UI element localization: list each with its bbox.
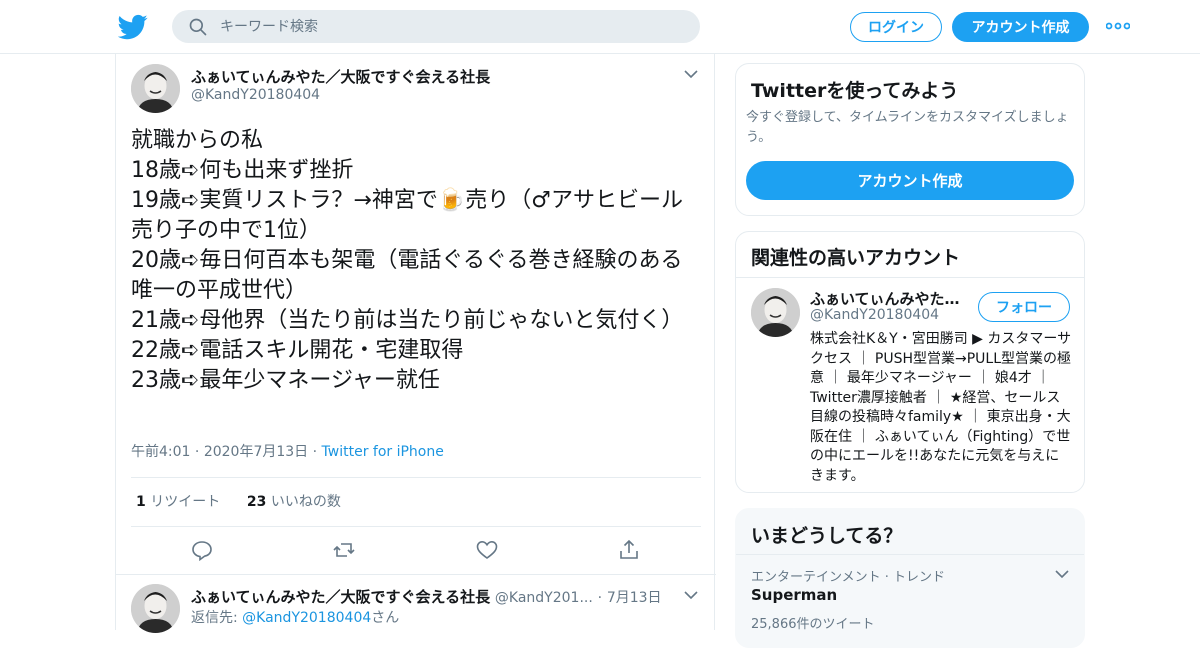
divider	[116, 574, 716, 575]
reply-icon[interactable]	[190, 538, 214, 562]
related-account-bio: 株式会社K＆Y・宮田勝司 ▶ カスタマーサクセス ｜ PUSH型営業→PULL型…	[810, 331, 1072, 484]
reply-to-prefix: 返信先:	[191, 610, 243, 626]
reply-author-name[interactable]: ふぁいてぃんみやた／大阪ですぐ会える社長	[191, 588, 490, 606]
like-count: 23	[246, 494, 267, 510]
chevron-down-icon[interactable]	[683, 589, 699, 601]
divider	[131, 526, 701, 527]
tweet-stats: 1 リツイート 23 いいねの数	[136, 491, 341, 511]
more-icon[interactable]	[1106, 18, 1130, 34]
search-icon	[189, 18, 207, 36]
reply-date[interactable]: 7月13日	[607, 590, 662, 606]
top-bar: ログイン アカウント作成	[0, 0, 1200, 54]
trends-card-title: いまどうしてる？	[751, 525, 903, 547]
profile-photo-icon	[131, 64, 180, 113]
related-account-name[interactable]: ふぁいてぃんみやた…	[810, 288, 970, 309]
reply-to-suffix: さん	[371, 610, 400, 626]
like-label: いいねの数	[270, 494, 341, 510]
chevron-down-icon[interactable]	[1054, 568, 1070, 580]
signup-card-title: Twitterを使ってみよう	[751, 80, 959, 102]
trend-category: エンターテインメント · トレンド	[751, 570, 946, 585]
tweet-actions	[116, 538, 716, 562]
retweet-stat[interactable]: 1 リツイート	[136, 494, 220, 510]
avatar[interactable]	[751, 288, 800, 337]
signup-card-description: 今すぐ登録して、タイムラインをカスタマイズしましょう。	[746, 110, 1069, 145]
reply-to-link[interactable]: @KandY20180404	[242, 610, 371, 626]
chevron-down-icon[interactable]	[683, 68, 699, 80]
profile-photo-icon	[751, 288, 800, 337]
trends-card: いまどうしてる？ エンターテインメント · トレンド Superman 25,8…	[735, 508, 1085, 648]
profile-photo-icon	[131, 584, 180, 633]
retweet-icon[interactable]	[332, 538, 356, 562]
author-handle[interactable]: @KandY20180404	[191, 87, 320, 103]
login-button[interactable]: ログイン	[850, 12, 942, 42]
tweet-date[interactable]: 2020年7月13日	[204, 444, 308, 460]
share-icon[interactable]	[617, 538, 641, 562]
divider	[131, 477, 701, 478]
tweet-time[interactable]: 午前4:01	[131, 444, 190, 460]
like-stat[interactable]: 23 いいねの数	[247, 494, 341, 510]
avatar[interactable]	[131, 64, 180, 113]
signup-card: Twitterを使ってみよう 今すぐ登録して、タイムラインをカスタマイズしましょ…	[735, 63, 1085, 216]
signup-button[interactable]: アカウント作成	[952, 12, 1089, 42]
related-account-handle[interactable]: @KandY20180404	[810, 307, 939, 323]
retweet-count: 1	[136, 494, 146, 510]
search-input[interactable]	[220, 10, 680, 43]
search-bar[interactable]	[172, 10, 700, 43]
divider	[736, 277, 1084, 278]
retweet-label: リツイート	[150, 494, 221, 510]
reply-to-line: 返信先: @KandY20180404さん	[191, 607, 399, 627]
main-timeline: ふぁいてぃんみやた／大阪ですぐ会える社長 @KandY20180404 就職から…	[115, 54, 716, 633]
avatar[interactable]	[131, 584, 180, 633]
reply-author-handle[interactable]: @KandY201...	[495, 590, 593, 606]
trend-name[interactable]: Superman	[751, 586, 837, 604]
signup-card-button[interactable]: アカウント作成	[746, 161, 1074, 200]
twitter-bird-icon[interactable]	[118, 12, 148, 42]
follow-button[interactable]: フォロー	[978, 292, 1070, 322]
related-card-title: 関連性の高いアカウント	[751, 247, 961, 269]
heart-icon[interactable]	[475, 538, 499, 562]
divider	[736, 554, 1084, 555]
reply-header: ふぁいてぃんみやた／大阪ですぐ会える社長 @KandY201... · 7月13…	[191, 588, 662, 606]
tweet-meta: 午前4:01 · 2020年7月13日 · Twitter for iPhone	[131, 444, 444, 460]
tweet-source-link[interactable]: Twitter for iPhone	[322, 444, 444, 460]
tweet-text: 就職からの私 18歳➪何も出来ず挫折 19歳➪実質リストラ？→神宮で🍺売り（♂ア…	[131, 128, 684, 393]
related-accounts-card: 関連性の高いアカウント ふぁいてぃんみやた… @KandY20180404 フォ…	[735, 231, 1085, 493]
author-name[interactable]: ふぁいてぃんみやた／大阪ですぐ会える社長	[191, 66, 490, 87]
trend-tweet-count: 25,866件のツイート	[751, 617, 875, 632]
